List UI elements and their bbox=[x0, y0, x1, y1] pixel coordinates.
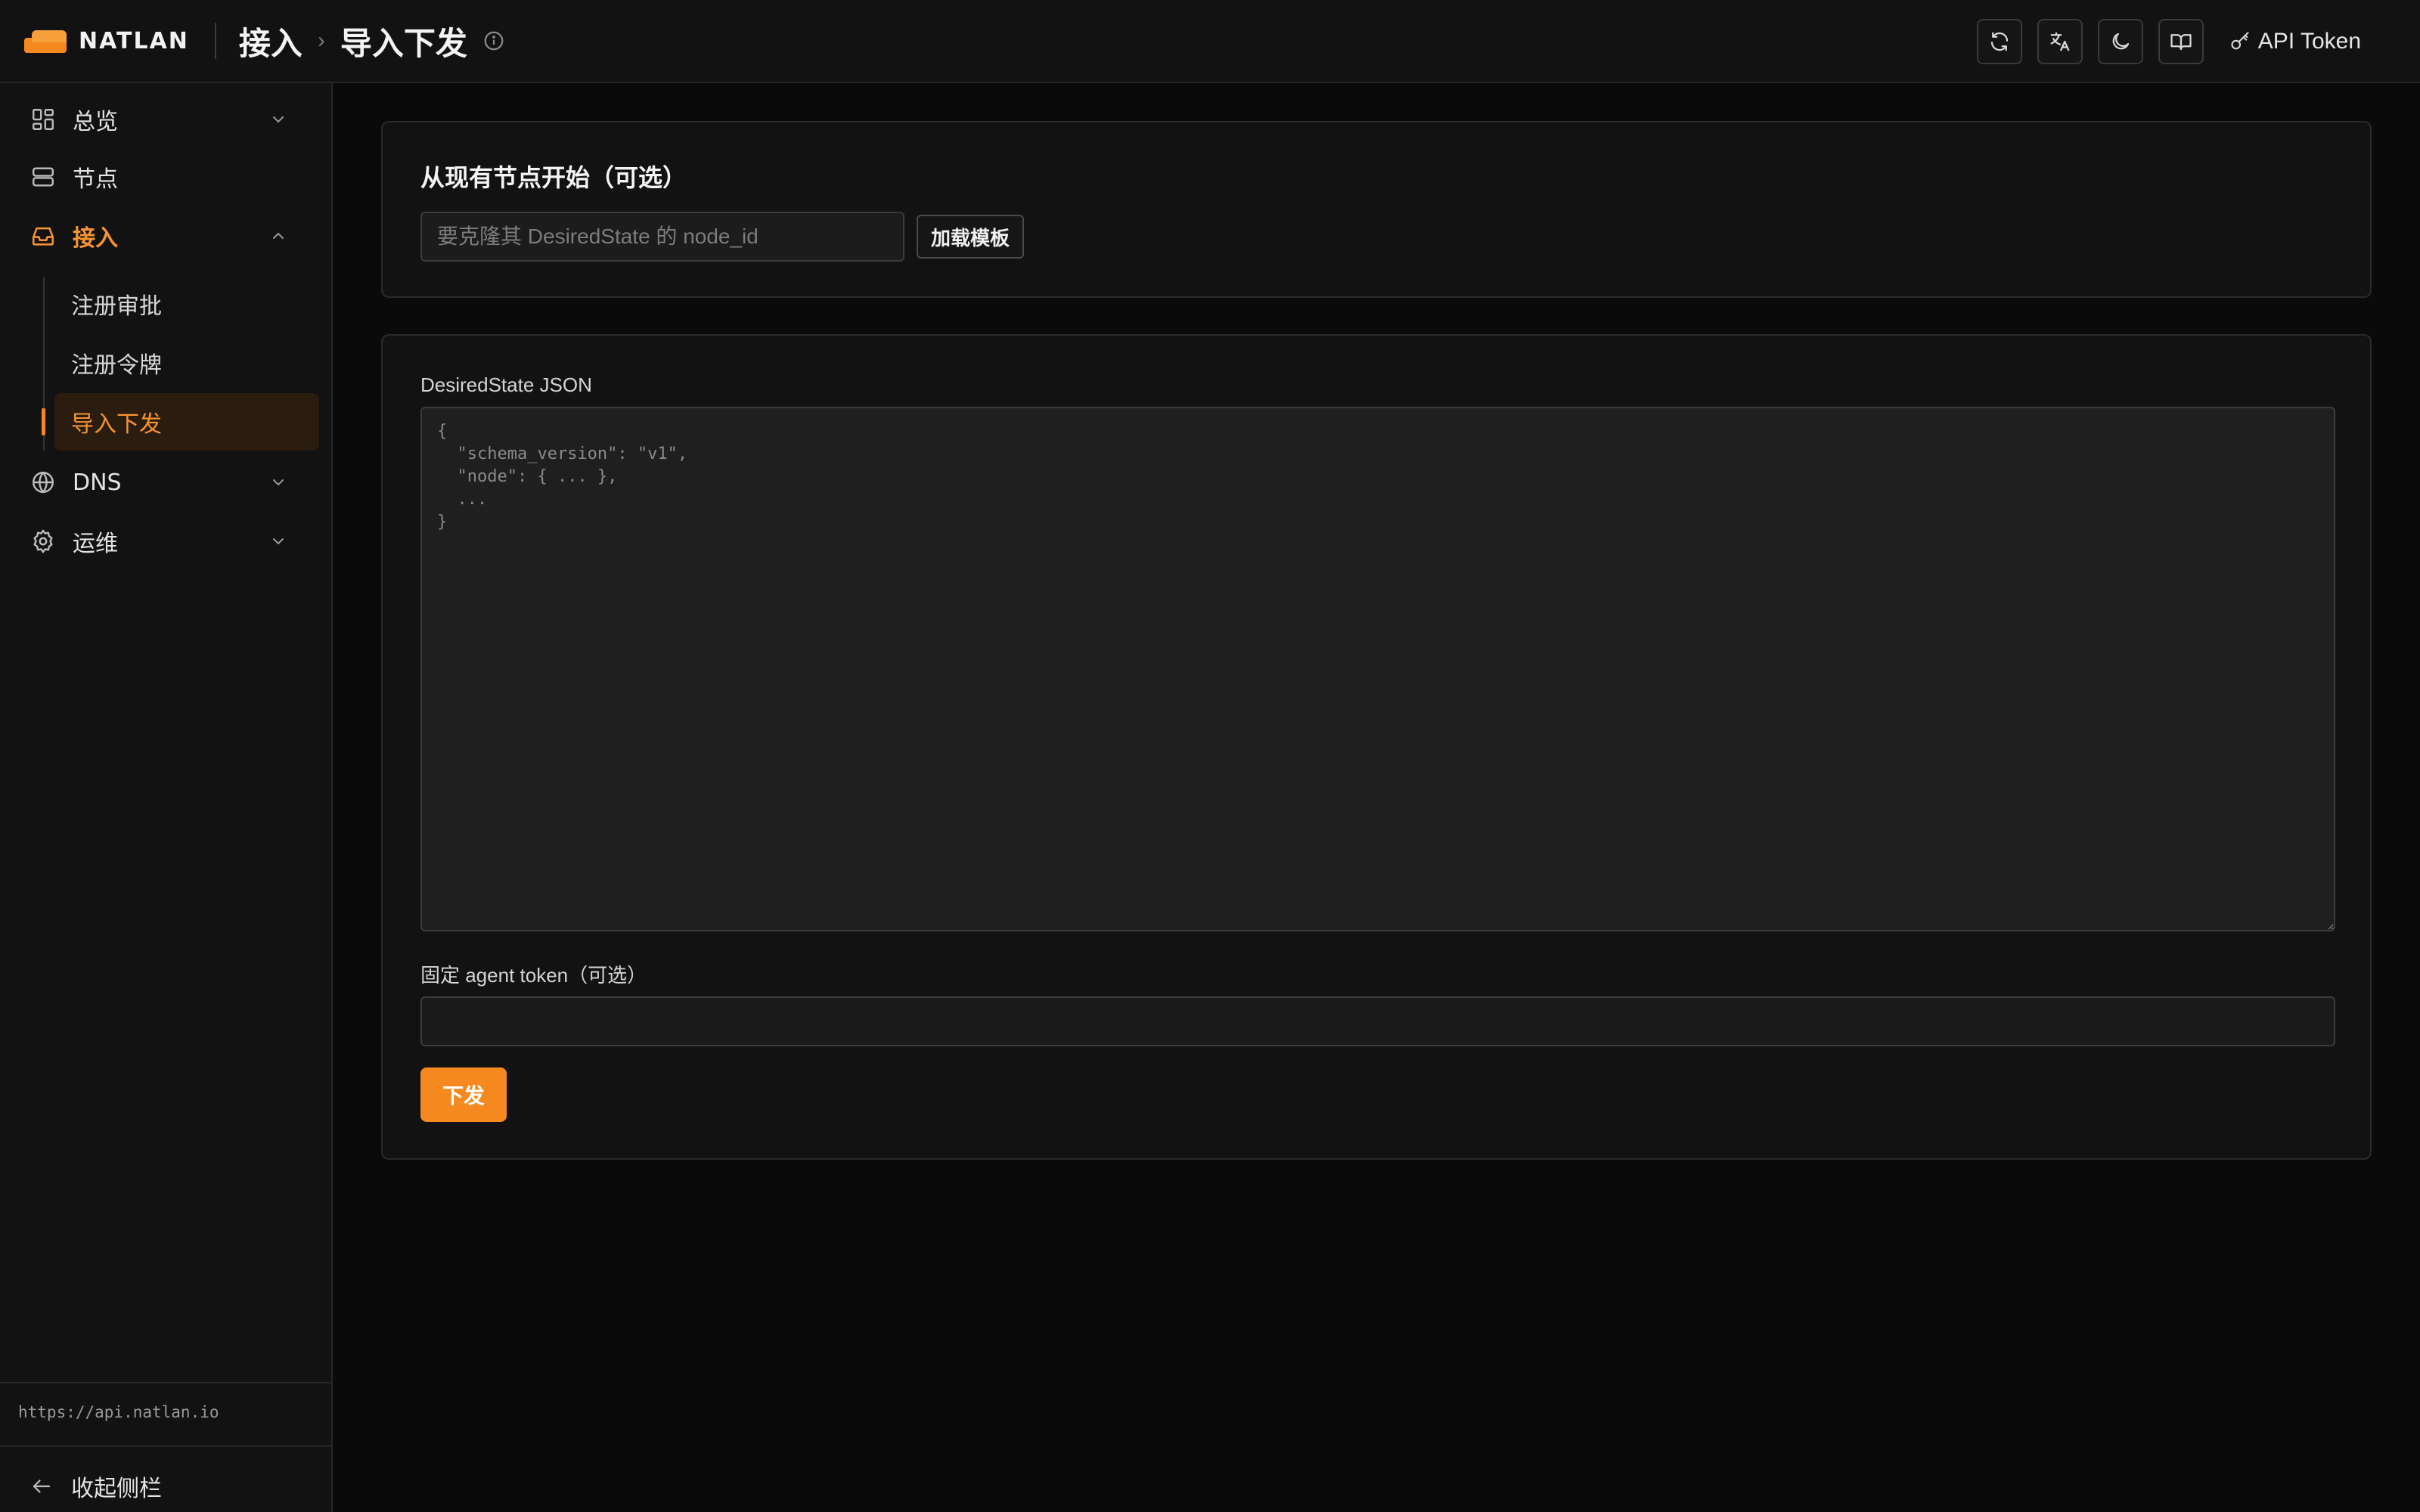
node-id-input[interactable] bbox=[420, 212, 904, 262]
sidebar-item-label: 总览 bbox=[73, 109, 118, 135]
breadcrumb: 接入 › 导入下发 bbox=[239, 18, 505, 64]
brand[interactable]: NATLAN bbox=[24, 27, 189, 54]
top-actions: API Token bbox=[1976, 0, 2420, 83]
api-token-button[interactable]: API Token bbox=[2229, 29, 2361, 54]
translate-icon bbox=[2050, 32, 2070, 51]
sidebar-item-label: 运维 bbox=[73, 531, 118, 557]
deploy-button[interactable]: 下发 bbox=[420, 1067, 507, 1122]
top-bar: NATLAN 接入 › 导入下发 API Token bbox=[0, 0, 2420, 83]
chevron-down-icon bbox=[273, 479, 284, 486]
sidebar-item-label: DNS bbox=[73, 469, 122, 496]
info-icon[interactable] bbox=[482, 29, 505, 52]
chevron-down-icon bbox=[273, 116, 284, 123]
docs-button[interactable] bbox=[2158, 19, 2204, 64]
divider bbox=[0, 1445, 331, 1447]
topbar-divider bbox=[214, 23, 216, 59]
sidebar-subitem-registration-tokens[interactable]: 注册令牌 bbox=[54, 334, 319, 392]
book-icon bbox=[2170, 34, 2192, 51]
page-title: 导入下发 bbox=[340, 24, 467, 62]
json-field-label: DesiredState JSON bbox=[420, 373, 592, 396]
desired-state-json-input[interactable] bbox=[420, 407, 2335, 931]
active-indicator bbox=[42, 408, 45, 435]
refresh-button[interactable] bbox=[1976, 19, 2022, 64]
sidebar-subitem-label: 导入下发 bbox=[71, 411, 162, 438]
sidebar: 总览 节点 接入 注册审批 注册令牌 导入下发 DNS 运维 https://a… bbox=[0, 83, 333, 1512]
sidebar-item-nodes[interactable]: 节点 bbox=[27, 150, 307, 204]
breadcrumb-parent[interactable]: 接入 bbox=[239, 18, 302, 64]
refresh-icon bbox=[1990, 32, 2008, 51]
cloud-logo-icon bbox=[24, 27, 67, 54]
sidebar-item-label: 接入 bbox=[73, 225, 118, 252]
arrow-left-icon bbox=[33, 1479, 51, 1493]
load-template-button[interactable]: 加载模板 bbox=[917, 215, 1024, 259]
sidebar-subitem-registration-approval[interactable]: 注册审批 bbox=[54, 275, 319, 333]
sidebar-item-overview[interactable]: 总览 bbox=[27, 92, 307, 147]
sidebar-item-label: 节点 bbox=[73, 166, 118, 193]
collapse-sidebar-button[interactable]: 收起侧栏 bbox=[27, 1464, 162, 1509]
sidebar-item-dns[interactable]: DNS bbox=[27, 455, 307, 510]
sidebar-item-operations[interactable]: 运维 bbox=[27, 514, 307, 569]
deploy-card: DesiredState JSON 固定 agent token（可选） 下发 bbox=[381, 334, 2372, 1160]
sidebar-subitem-label: 注册令牌 bbox=[71, 352, 162, 379]
moon-icon bbox=[2112, 33, 2129, 50]
api-url: https://api.natlan.io bbox=[18, 1403, 219, 1421]
token-field-label: 固定 agent token（可选） bbox=[420, 964, 647, 987]
chevron-up-icon bbox=[273, 232, 284, 239]
gear-icon bbox=[33, 529, 53, 553]
sidebar-item-access[interactable]: 接入 bbox=[27, 209, 307, 263]
divider bbox=[0, 1382, 331, 1383]
key-icon bbox=[2231, 32, 2249, 50]
dashboard-icon bbox=[33, 109, 54, 130]
breadcrumb-separator: › bbox=[317, 28, 325, 53]
server-icon bbox=[33, 167, 54, 187]
sidebar-subitem-import-deploy[interactable]: 导入下发 bbox=[54, 393, 319, 451]
api-token-label: API Token bbox=[2257, 29, 2361, 54]
collapse-sidebar-label: 收起侧栏 bbox=[71, 1476, 162, 1502]
brand-name: NATLAN bbox=[79, 27, 189, 54]
template-card-title: 从现有节点开始（可选） bbox=[420, 163, 687, 192]
template-card: 从现有节点开始（可选） 加载模板 bbox=[381, 121, 2372, 298]
agent-token-input[interactable] bbox=[420, 996, 2335, 1046]
globe-icon bbox=[33, 471, 54, 494]
chevron-down-icon bbox=[273, 538, 284, 545]
sidebar-subitem-label: 注册审批 bbox=[71, 293, 162, 320]
inbox-icon bbox=[32, 227, 54, 246]
theme-toggle-button[interactable] bbox=[2097, 19, 2143, 64]
language-button[interactable] bbox=[2037, 19, 2083, 64]
